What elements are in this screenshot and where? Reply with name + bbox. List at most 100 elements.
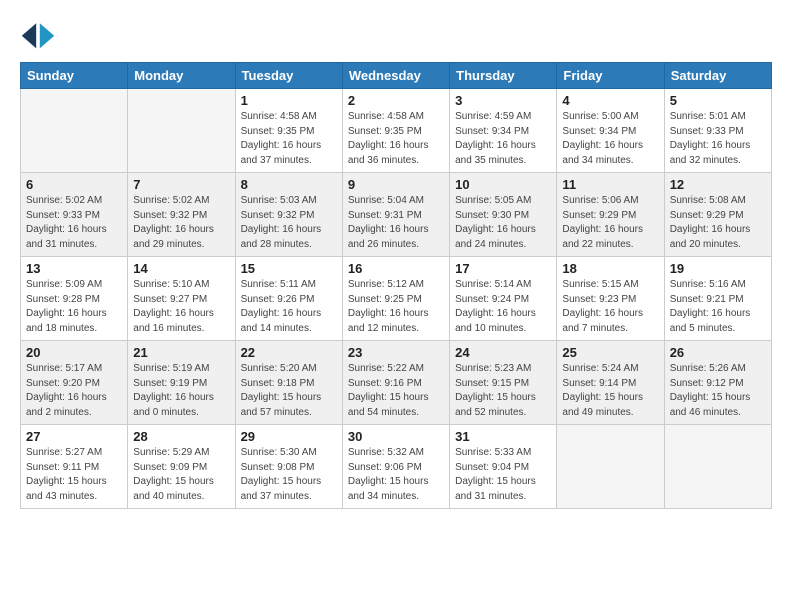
day-number: 1 <box>241 93 337 108</box>
day-detail: Sunrise: 5:22 AM Sunset: 9:16 PM Dayligh… <box>348 362 444 420</box>
day-number: 17 <box>455 261 551 276</box>
calendar-cell: 26 Sunrise: 5:26 AM Sunset: 9:12 PM Dayli… <box>664 341 771 425</box>
day-detail: Sunrise: 5:27 AM Sunset: 9:11 PM Dayligh… <box>26 446 122 504</box>
col-header-monday: Monday <box>128 63 235 89</box>
col-header-wednesday: Wednesday <box>342 63 449 89</box>
day-detail: Sunrise: 5:11 AM Sunset: 9:26 PM Dayligh… <box>241 278 337 336</box>
day-detail: Sunrise: 5:01 AM Sunset: 9:33 PM Dayligh… <box>670 110 766 168</box>
day-detail: Sunrise: 5:23 AM Sunset: 9:15 PM Dayligh… <box>455 362 551 420</box>
day-detail: Sunrise: 5:32 AM Sunset: 9:06 PM Dayligh… <box>348 446 444 504</box>
day-detail: Sunrise: 5:30 AM Sunset: 9:08 PM Dayligh… <box>241 446 337 504</box>
day-detail: Sunrise: 5:24 AM Sunset: 9:14 PM Dayligh… <box>562 362 658 420</box>
day-number: 3 <box>455 93 551 108</box>
day-detail: Sunrise: 5:29 AM Sunset: 9:09 PM Dayligh… <box>133 446 229 504</box>
calendar-cell: 14 Sunrise: 5:10 AM Sunset: 9:27 PM Dayli… <box>128 257 235 341</box>
day-detail: Sunrise: 5:08 AM Sunset: 9:29 PM Dayligh… <box>670 194 766 252</box>
calendar-header-row: SundayMondayTuesdayWednesdayThursdayFrid… <box>21 63 772 89</box>
day-detail: Sunrise: 5:20 AM Sunset: 9:18 PM Dayligh… <box>241 362 337 420</box>
day-number: 4 <box>562 93 658 108</box>
calendar-week-row: 20Sunrise: 5:17 AM Sunset: 9:20 PM Dayli… <box>21 341 772 425</box>
day-number: 28 <box>133 429 229 444</box>
day-number: 23 <box>348 345 444 360</box>
calendar-cell: 8Sunrise: 5:03 AM Sunset: 9:32 PM Daylig… <box>235 173 342 257</box>
day-number: 2 <box>348 93 444 108</box>
col-header-saturday: Saturday <box>664 63 771 89</box>
calendar-cell: 2 Sunrise: 4:58 AM Sunset: 9:35 PM Daylig… <box>342 89 449 173</box>
calendar-cell: 13 Sunrise: 5:09 AM Sunset: 9:28 PM Dayli… <box>21 257 128 341</box>
calendar-cell: 15Sunrise: 5:11 AM Sunset: 9:26 PM Dayli… <box>235 257 342 341</box>
calendar-cell <box>557 425 664 509</box>
day-number: 29 <box>241 429 337 444</box>
day-detail: Sunrise: 5:03 AM Sunset: 9:32 PM Dayligh… <box>241 194 337 252</box>
day-number: 31 <box>455 429 551 444</box>
day-detail: Sunrise: 5:15 AM Sunset: 9:23 PM Dayligh… <box>562 278 658 336</box>
logo <box>20 16 62 52</box>
calendar-cell: 17 Sunrise: 5:14 AM Sunset: 9:24 PM Dayli… <box>450 257 557 341</box>
calendar-cell: 18 Sunrise: 5:15 AM Sunset: 9:23 PM Dayli… <box>557 257 664 341</box>
calendar-cell: 23 Sunrise: 5:22 AM Sunset: 9:16 PM Dayli… <box>342 341 449 425</box>
calendar-cell: 3Sunrise: 4:59 AM Sunset: 9:34 PM Daylig… <box>450 89 557 173</box>
calendar-week-row: 1 Sunrise: 4:58 AM Sunset: 9:35 PM Daylig… <box>21 89 772 173</box>
calendar-cell: 7 Sunrise: 5:02 AM Sunset: 9:32 PM Daylig… <box>128 173 235 257</box>
calendar-cell: 30Sunrise: 5:32 AM Sunset: 9:06 PM Dayli… <box>342 425 449 509</box>
day-detail: Sunrise: 5:16 AM Sunset: 9:21 PM Dayligh… <box>670 278 766 336</box>
calendar-cell: 4 Sunrise: 5:00 AM Sunset: 9:34 PM Daylig… <box>557 89 664 173</box>
day-number: 14 <box>133 261 229 276</box>
day-detail: Sunrise: 4:58 AM Sunset: 9:35 PM Dayligh… <box>348 110 444 168</box>
day-detail: Sunrise: 5:05 AM Sunset: 9:30 PM Dayligh… <box>455 194 551 252</box>
calendar-week-row: 27 Sunrise: 5:27 AM Sunset: 9:11 PM Dayli… <box>21 425 772 509</box>
day-detail: Sunrise: 5:17 AM Sunset: 9:20 PM Dayligh… <box>26 362 122 420</box>
day-number: 6 <box>26 177 122 192</box>
day-detail: Sunrise: 5:09 AM Sunset: 9:28 PM Dayligh… <box>26 278 122 336</box>
calendar-cell <box>664 425 771 509</box>
day-number: 26 <box>670 345 766 360</box>
day-detail: Sunrise: 5:02 AM Sunset: 9:33 PM Dayligh… <box>26 194 122 252</box>
calendar-cell: 24 Sunrise: 5:23 AM Sunset: 9:15 PM Dayli… <box>450 341 557 425</box>
calendar-cell: 12 Sunrise: 5:08 AM Sunset: 9:29 PM Dayli… <box>664 173 771 257</box>
col-header-tuesday: Tuesday <box>235 63 342 89</box>
calendar-cell: 31 Sunrise: 5:33 AM Sunset: 9:04 PM Dayli… <box>450 425 557 509</box>
day-detail: Sunrise: 4:58 AM Sunset: 9:35 PM Dayligh… <box>241 110 337 168</box>
day-number: 22 <box>241 345 337 360</box>
logo-icon <box>20 16 56 52</box>
calendar-cell: 22 Sunrise: 5:20 AM Sunset: 9:18 PM Dayli… <box>235 341 342 425</box>
day-number: 18 <box>562 261 658 276</box>
day-number: 12 <box>670 177 766 192</box>
day-detail: Sunrise: 5:19 AM Sunset: 9:19 PM Dayligh… <box>133 362 229 420</box>
calendar-cell: 16Sunrise: 5:12 AM Sunset: 9:25 PM Dayli… <box>342 257 449 341</box>
day-detail: Sunrise: 5:26 AM Sunset: 9:12 PM Dayligh… <box>670 362 766 420</box>
day-number: 7 <box>133 177 229 192</box>
calendar-cell: 21 Sunrise: 5:19 AM Sunset: 9:19 PM Dayli… <box>128 341 235 425</box>
calendar-week-row: 13 Sunrise: 5:09 AM Sunset: 9:28 PM Dayli… <box>21 257 772 341</box>
day-number: 16 <box>348 261 444 276</box>
calendar-cell: 6 Sunrise: 5:02 AM Sunset: 9:33 PM Daylig… <box>21 173 128 257</box>
day-number: 27 <box>26 429 122 444</box>
day-detail: Sunrise: 5:00 AM Sunset: 9:34 PM Dayligh… <box>562 110 658 168</box>
day-detail: Sunrise: 5:06 AM Sunset: 9:29 PM Dayligh… <box>562 194 658 252</box>
calendar-week-row: 6 Sunrise: 5:02 AM Sunset: 9:33 PM Daylig… <box>21 173 772 257</box>
calendar-cell: 1 Sunrise: 4:58 AM Sunset: 9:35 PM Daylig… <box>235 89 342 173</box>
calendar-cell: 9Sunrise: 5:04 AM Sunset: 9:31 PM Daylig… <box>342 173 449 257</box>
day-number: 9 <box>348 177 444 192</box>
calendar-cell: 5 Sunrise: 5:01 AM Sunset: 9:33 PM Daylig… <box>664 89 771 173</box>
day-number: 13 <box>26 261 122 276</box>
day-number: 11 <box>562 177 658 192</box>
col-header-friday: Friday <box>557 63 664 89</box>
day-detail: Sunrise: 5:02 AM Sunset: 9:32 PM Dayligh… <box>133 194 229 252</box>
calendar-table: SundayMondayTuesdayWednesdayThursdayFrid… <box>20 62 772 509</box>
day-detail: Sunrise: 5:14 AM Sunset: 9:24 PM Dayligh… <box>455 278 551 336</box>
calendar-cell: 25 Sunrise: 5:24 AM Sunset: 9:14 PM Dayli… <box>557 341 664 425</box>
calendar-cell <box>21 89 128 173</box>
day-detail: Sunrise: 5:10 AM Sunset: 9:27 PM Dayligh… <box>133 278 229 336</box>
calendar-cell: 29 Sunrise: 5:30 AM Sunset: 9:08 PM Dayli… <box>235 425 342 509</box>
calendar-cell: 19Sunrise: 5:16 AM Sunset: 9:21 PM Dayli… <box>664 257 771 341</box>
calendar-cell: 11 Sunrise: 5:06 AM Sunset: 9:29 PM Dayli… <box>557 173 664 257</box>
day-number: 24 <box>455 345 551 360</box>
day-number: 25 <box>562 345 658 360</box>
calendar-cell: 20Sunrise: 5:17 AM Sunset: 9:20 PM Dayli… <box>21 341 128 425</box>
day-number: 5 <box>670 93 766 108</box>
day-detail: Sunrise: 5:33 AM Sunset: 9:04 PM Dayligh… <box>455 446 551 504</box>
col-header-thursday: Thursday <box>450 63 557 89</box>
day-number: 10 <box>455 177 551 192</box>
day-number: 21 <box>133 345 229 360</box>
